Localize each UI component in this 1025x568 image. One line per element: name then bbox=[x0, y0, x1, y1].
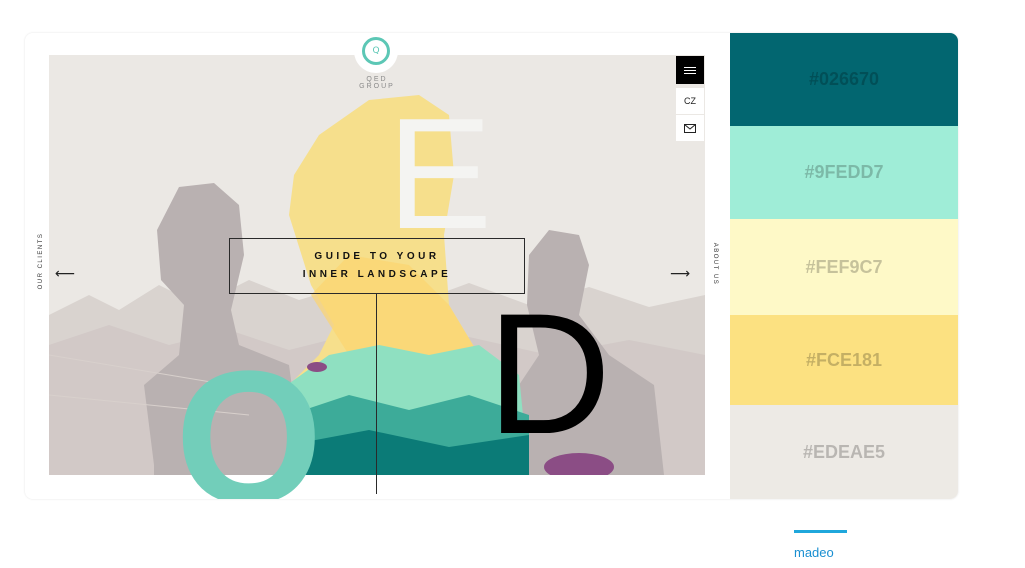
swatch-label: #9FEDD7 bbox=[804, 162, 884, 182]
swatch-5: #EDEAE5 bbox=[730, 405, 958, 499]
logo-ring: Q bbox=[362, 37, 390, 65]
palette-card: E Q QED GROUP CZ OUR CLIENTS ABOUT US ⟵ … bbox=[25, 33, 958, 499]
color-palette: #026670 #9FEDD7 #FEF9C7 #FCE181 #EDEAE5 bbox=[730, 33, 958, 499]
swatch-3: #FEF9C7 bbox=[730, 219, 958, 315]
swatch-label: #FEF9C7 bbox=[805, 256, 883, 277]
brand-name: QED GROUP bbox=[359, 76, 395, 90]
website-screenshot: E Q QED GROUP CZ OUR CLIENTS ABOUT US ⟵ … bbox=[25, 33, 730, 499]
letter-e: E bbox=[387, 86, 493, 262]
language-button[interactable]: CZ bbox=[676, 88, 704, 114]
headline-line-2: INNER LANDSCAPE bbox=[302, 269, 452, 280]
our-clients-link[interactable]: OUR CLIENTS bbox=[38, 221, 44, 301]
headline-line-1: GUIDE TO YOUR bbox=[314, 251, 440, 262]
envelope-icon bbox=[684, 123, 696, 133]
headline-box: GUIDE TO YOUR INNER LANDSCAPE bbox=[229, 238, 525, 294]
about-us-link[interactable]: ABOUT US bbox=[712, 224, 718, 304]
arrow-right-icon[interactable]: ⟶ bbox=[670, 267, 690, 281]
swatch-label: #026670 bbox=[808, 69, 880, 89]
arrow-left-icon[interactable]: ⟵ bbox=[55, 267, 75, 281]
swatch-1: #026670 bbox=[730, 33, 958, 126]
swatch-label: #FCE181 bbox=[805, 349, 883, 370]
swatch-2: #9FEDD7 bbox=[730, 126, 958, 219]
credit-link[interactable]: madeo bbox=[794, 545, 834, 560]
logo-letter: Q bbox=[372, 46, 380, 56]
divider-line bbox=[376, 294, 377, 494]
swatch-label: #EDEAE5 bbox=[802, 441, 886, 462]
mail-button[interactable] bbox=[676, 115, 704, 141]
credit-accent-bar bbox=[794, 530, 847, 533]
letter-d: D bbox=[487, 278, 612, 470]
swatch-4: #FCE181 bbox=[730, 315, 958, 405]
menu-button[interactable] bbox=[676, 56, 704, 84]
hamburger-icon bbox=[684, 69, 696, 71]
letter-q: Q bbox=[175, 332, 323, 499]
